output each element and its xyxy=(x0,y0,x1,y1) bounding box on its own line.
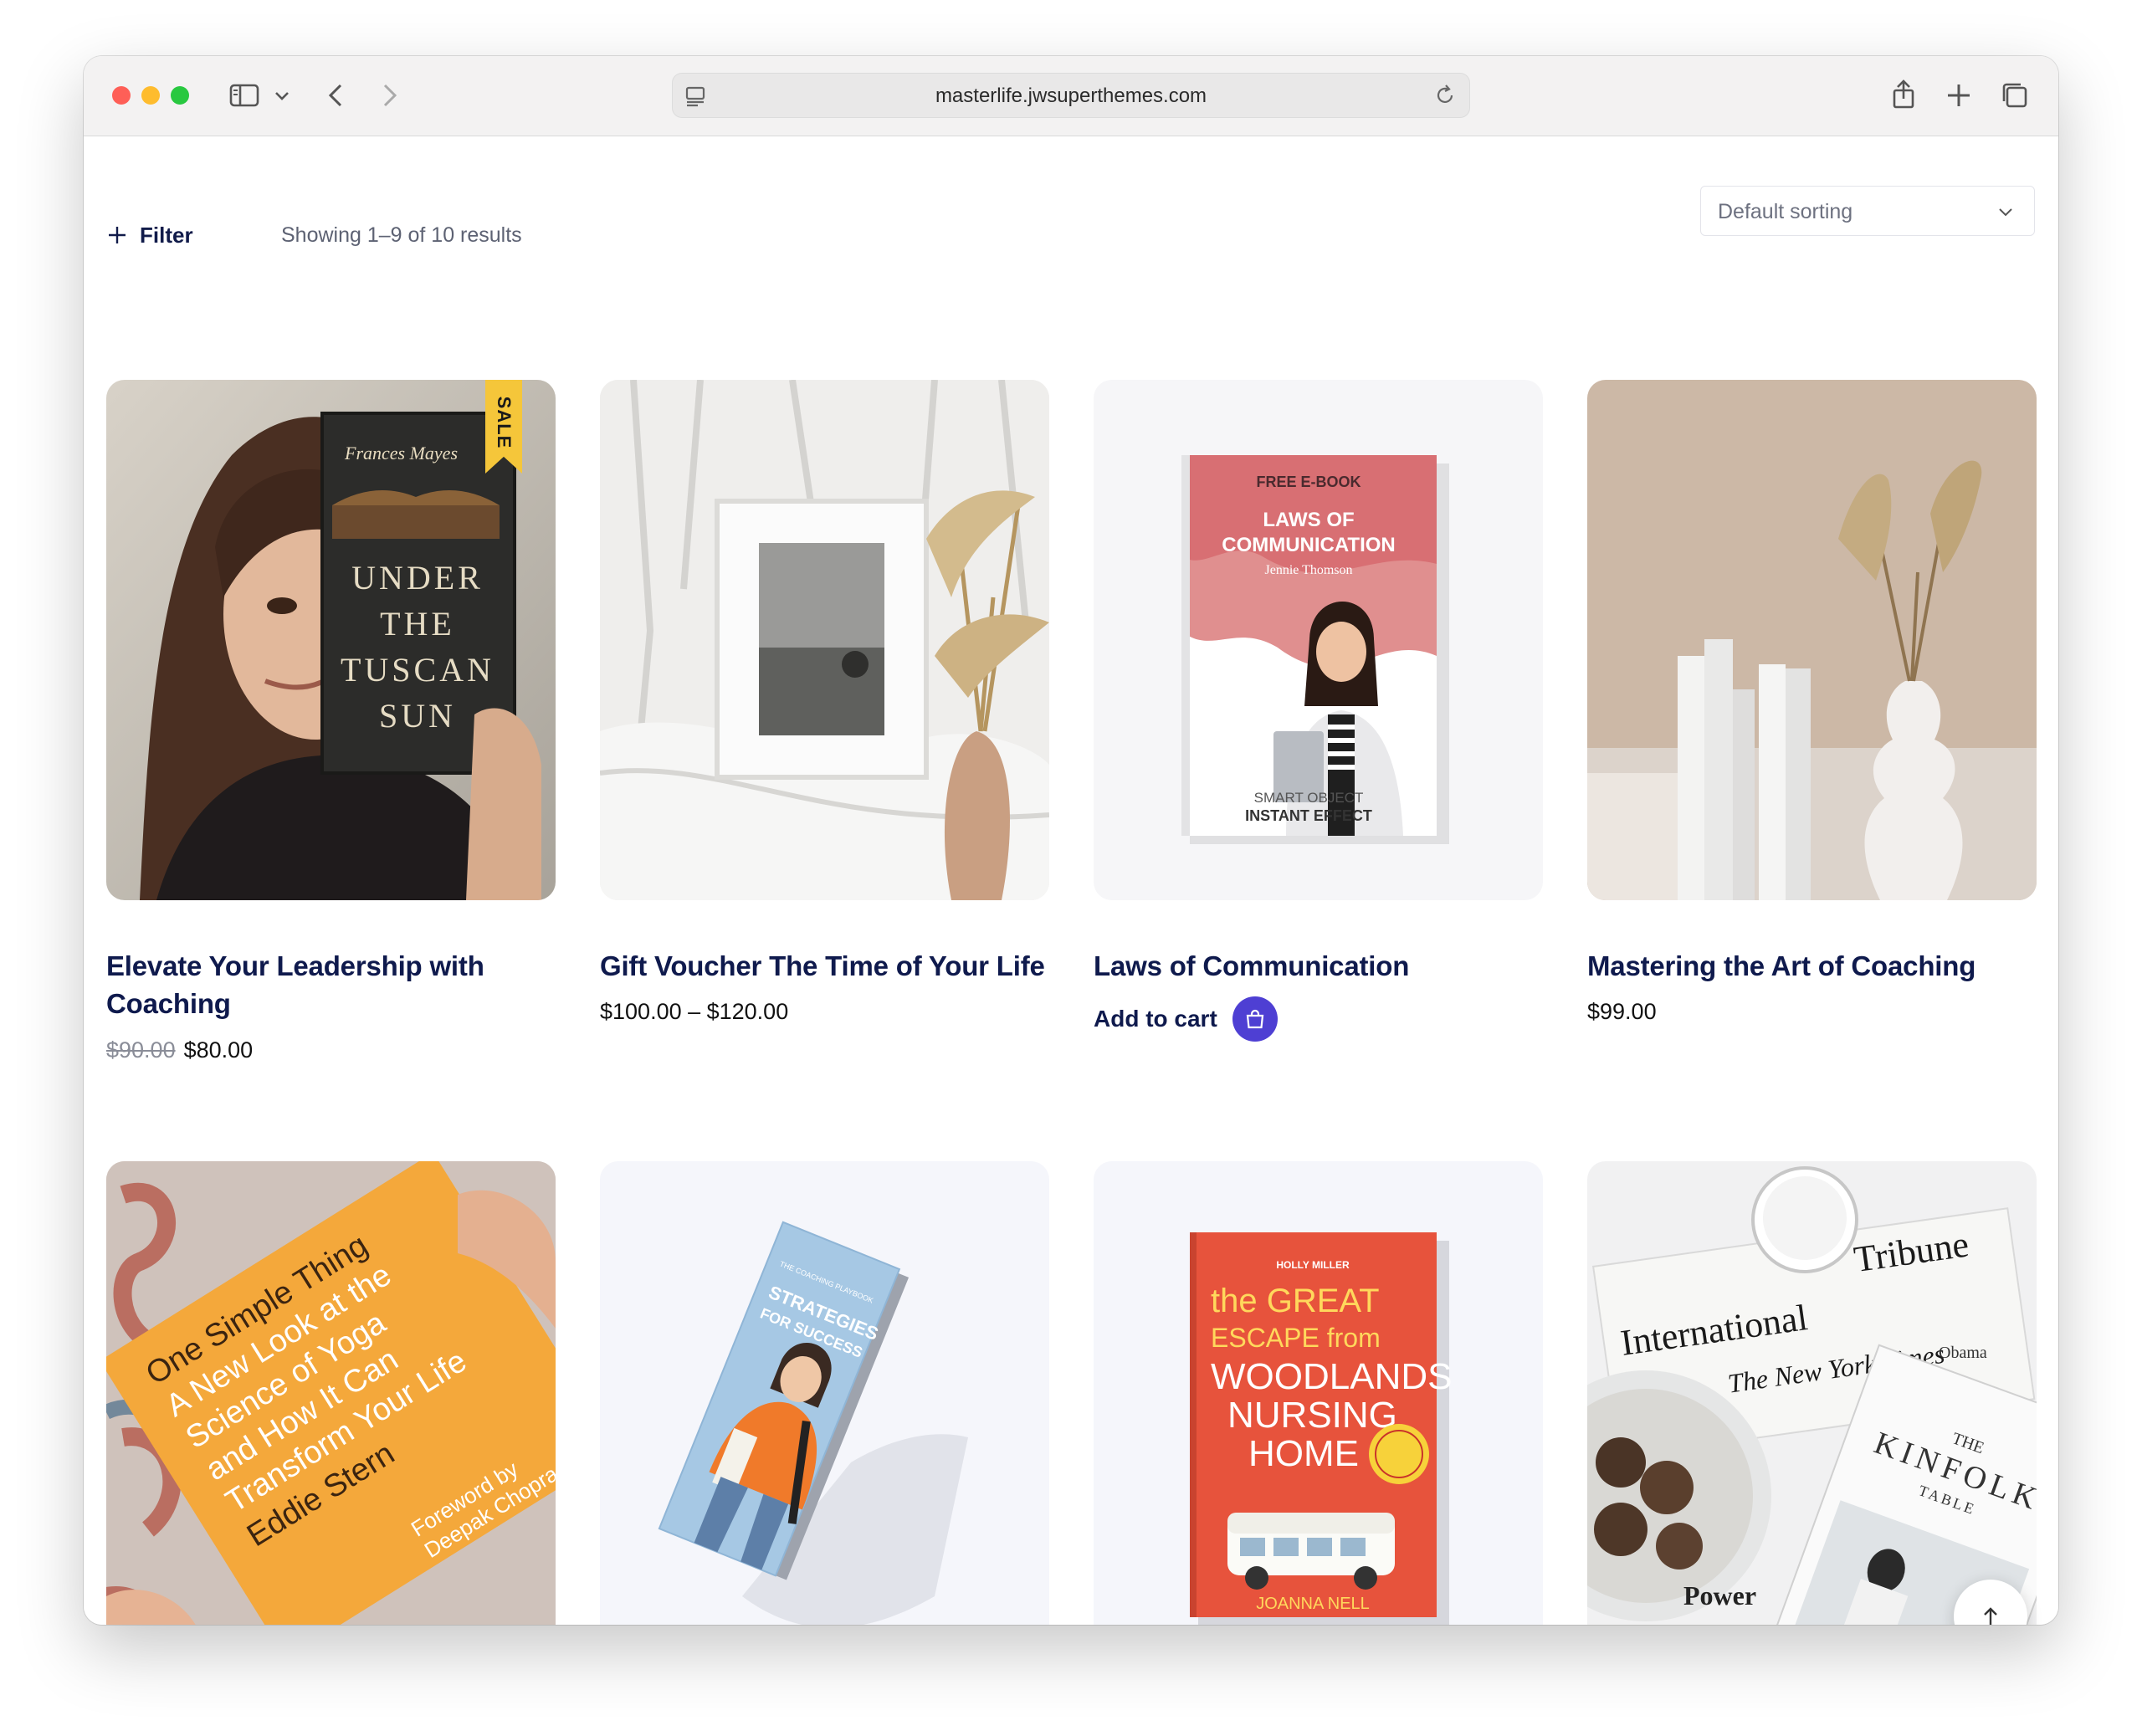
product-photo: FREE E-BOOK LAWS OF COMMUNICATION Jennie… xyxy=(1094,380,1543,900)
sale-price: $80.00 xyxy=(183,1037,254,1063)
product-title[interactable]: Elevate Your Leadership with Coaching xyxy=(106,947,562,1022)
shop-page: Filter Showing 1–9 of 10 results Default… xyxy=(84,136,2058,1625)
sale-badge-text: SALE xyxy=(494,396,515,449)
product-photo xyxy=(1587,380,2037,900)
cover-title: COMMUNICATION xyxy=(1222,534,1396,556)
tab-overview-icon[interactable] xyxy=(1996,77,2033,114)
newspaper-text: Power xyxy=(1683,1580,1756,1611)
url-text: masterlife.jwsuperthemes.com xyxy=(935,84,1207,107)
product-image[interactable]: FREE E-BOOK LAWS OF COMMUNICATION Jennie… xyxy=(1094,380,1543,900)
share-icon[interactable] xyxy=(1885,77,1922,114)
cover-title: NURSING xyxy=(1227,1395,1397,1436)
forward-arrow-icon[interactable] xyxy=(371,77,407,114)
product-photo: HOLLY MILLER the GREAT ESCAPE from WOODL… xyxy=(1094,1161,1543,1625)
product-image[interactable]: HOLLY MILLER the GREAT ESCAPE from WOODL… xyxy=(1094,1161,1543,1625)
product-image[interactable]: International Tribune The New York Times… xyxy=(1587,1161,2037,1625)
browser-toolbar: masterlife.jwsuperthemes.com xyxy=(84,56,2058,136)
add-to-cart-button[interactable]: Add to cart xyxy=(1094,996,1278,1042)
shopping-bag-icon xyxy=(1232,996,1278,1042)
cover-title: HOME xyxy=(1248,1433,1359,1474)
minimize-window-button[interactable] xyxy=(141,86,160,105)
sorting-select[interactable]: Default sorting xyxy=(1700,186,2035,236)
product-photo: International Tribune The New York Times… xyxy=(1587,1161,2037,1625)
cover-author: Jennie Thomson xyxy=(1264,563,1352,577)
product-price: $90.00 $80.00 xyxy=(106,1037,253,1063)
product-photo: One Simple Thing A New Look at the Scien… xyxy=(106,1161,556,1625)
sidebar-toggle-icon[interactable] xyxy=(226,77,263,114)
results-count: Showing 1–9 of 10 results xyxy=(281,223,522,247)
maximize-window-button[interactable] xyxy=(171,86,189,105)
cover-title: LAWS OF xyxy=(1263,509,1354,531)
add-to-cart-label: Add to cart xyxy=(1094,1006,1217,1032)
newspaper-text: Obama xyxy=(1939,1344,1987,1362)
cover-title: ESCAPE from xyxy=(1211,1323,1381,1353)
close-window-button[interactable] xyxy=(112,86,131,105)
cover-word: SUN xyxy=(379,697,456,735)
product-image[interactable]: One Simple Thing A New Look at the Scien… xyxy=(106,1161,556,1625)
sorting-value: Default sorting xyxy=(1718,200,1853,223)
product-price: $100.00 – $120.00 xyxy=(600,999,789,1024)
product-photo: THE COACHING PLAYBOOK STRATEGIES FOR SUC… xyxy=(600,1161,1049,1625)
old-price: $90.00 xyxy=(106,1037,176,1063)
product-image[interactable] xyxy=(1587,380,2037,900)
cover-word: TUSCAN xyxy=(341,651,495,689)
plus-icon xyxy=(109,227,126,243)
address-bar[interactable]: masterlife.jwsuperthemes.com xyxy=(672,73,1470,118)
cover-author: JOANNA NELL xyxy=(1256,1595,1370,1613)
product-price: $99.00 xyxy=(1587,999,1657,1024)
cover-word: THE xyxy=(380,605,455,643)
cover-author: Frances Mayes xyxy=(344,443,458,463)
cover-author-top: HOLLY MILLER xyxy=(1276,1259,1350,1271)
chevron-down-icon xyxy=(1999,208,2012,217)
cover-title: the GREAT xyxy=(1211,1283,1380,1319)
arrow-up-icon xyxy=(1984,1607,1997,1625)
chevron-down-icon[interactable] xyxy=(269,77,295,114)
filter-label: Filter xyxy=(140,222,193,248)
product-image[interactable] xyxy=(600,380,1049,900)
product-title[interactable]: Laws of Communication xyxy=(1094,947,1550,985)
cover-footer: INSTANT EFFECT xyxy=(1245,807,1372,824)
cover-footer: SMART OBJECT xyxy=(1254,790,1364,806)
cover-kicker: FREE E-BOOK xyxy=(1256,474,1361,490)
product-title[interactable]: Gift Voucher The Time of Your Life xyxy=(600,947,1056,985)
product-title[interactable]: Mastering the Art of Coaching xyxy=(1587,947,2043,985)
cover-word: UNDER xyxy=(351,559,484,597)
product-image[interactable]: Frances Mayes UNDER THE TUSCAN SUN SALE xyxy=(106,380,556,900)
browser-window: masterlife.jwsuperthemes.com Filter Show… xyxy=(84,56,2058,1625)
product-image[interactable]: THE COACHING PLAYBOOK STRATEGIES FOR SUC… xyxy=(600,1161,1049,1625)
product-photo xyxy=(600,380,1049,900)
filter-button[interactable]: Filter xyxy=(106,218,193,252)
reload-icon[interactable] xyxy=(1431,81,1459,110)
back-arrow-icon[interactable] xyxy=(318,77,355,114)
cover-title: WOODLANDS xyxy=(1211,1356,1452,1397)
new-tab-icon[interactable] xyxy=(1940,77,1977,114)
